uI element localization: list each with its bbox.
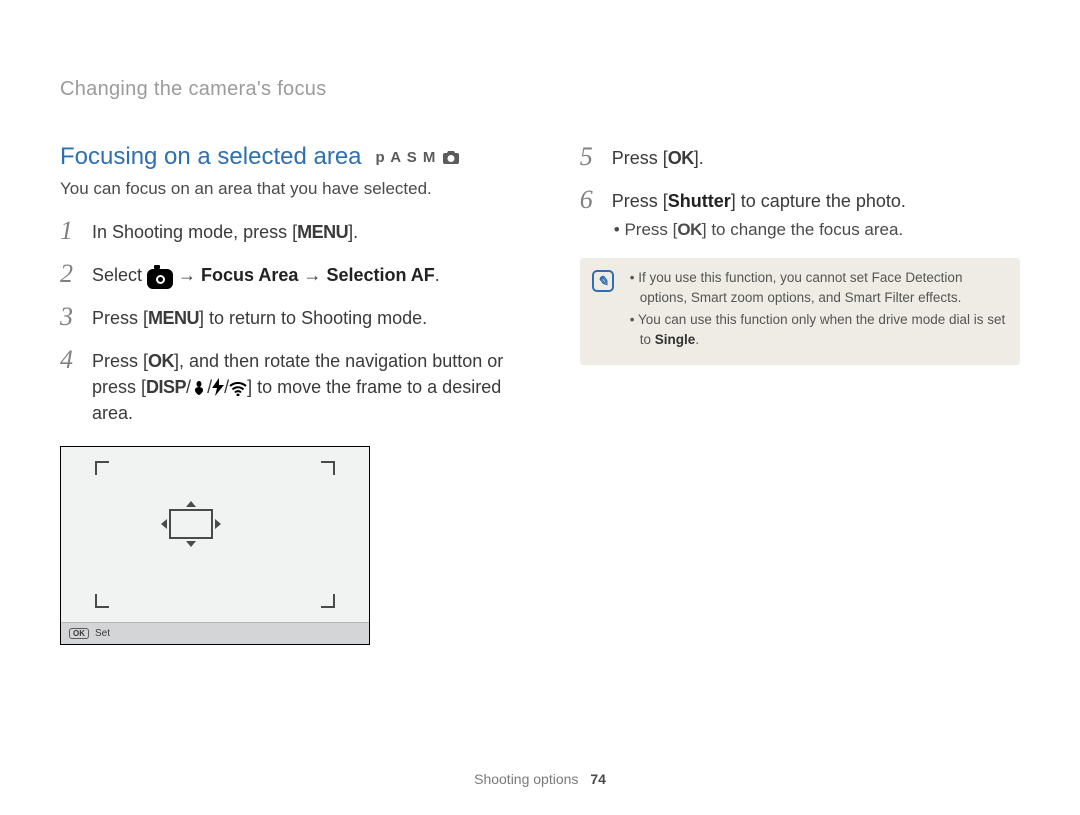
step6-sub-a: Press [: [624, 220, 677, 239]
heading-text: Focusing on a selected area: [60, 143, 362, 171]
step2-focus-area: Focus Area: [201, 265, 298, 285]
footer-section: Shooting options: [474, 771, 578, 787]
step1-text-b: ].: [348, 222, 358, 242]
focus-target: [169, 509, 213, 539]
steps-right: 5 Press [OK]. 6 Press [Shutter] to captu…: [580, 143, 1020, 242]
step-number: 2: [60, 260, 78, 290]
note-box: ✎ If you use this function, you cannot s…: [580, 258, 1020, 364]
step-number: 3: [60, 303, 78, 332]
note-icon: ✎: [592, 270, 614, 292]
step6-sub-b: ] to change the focus area.: [702, 220, 903, 239]
arrow-icon: →: [173, 265, 201, 285]
step2-end: .: [435, 265, 440, 285]
step3-text-b: ] to return to Shooting mode.: [199, 308, 427, 328]
note2-b: .: [695, 332, 699, 347]
step2-selection-af: Selection AF: [326, 265, 434, 285]
scene-icon: [442, 149, 460, 165]
step-5: 5 Press [OK].: [580, 143, 1020, 172]
menu-glyph: MENU: [297, 222, 348, 242]
ok-glyph: OK: [677, 220, 702, 239]
note-item-2: You can use this function only when the …: [628, 310, 1006, 349]
preview-set-label: Set: [95, 628, 110, 639]
breadcrumb: Changing the camera's focus: [60, 78, 1020, 101]
preview-status-bar: OK Set: [61, 622, 369, 644]
step5-text-a: Press [: [612, 148, 668, 168]
mode-badge-text: p A S M: [376, 149, 437, 166]
step-6: 6 Press [Shutter] to capture the photo. …: [580, 186, 1020, 243]
flash-icon: [212, 377, 224, 397]
menu-glyph: MENU: [148, 308, 199, 328]
step-4: 4 Press [OK], and then rotate the naviga…: [60, 346, 520, 426]
preview-viewport: [61, 447, 369, 622]
column-right: 5 Press [OK]. 6 Press [Shutter] to captu…: [580, 143, 1020, 645]
ok-glyph: OK: [668, 148, 694, 168]
note-item-1: If you use this function, you cannot set…: [628, 268, 1006, 307]
note2-single: Single: [655, 332, 696, 347]
arrow-down-icon: [186, 541, 196, 547]
step1-text-a: In Shooting mode, press [: [92, 222, 297, 242]
step-number: 6: [580, 186, 598, 243]
two-column-layout: Focusing on a selected area p A S M You …: [60, 143, 1020, 645]
heading: Focusing on a selected area p A S M: [60, 143, 520, 171]
subtitle: You can focus on an area that you have s…: [60, 179, 520, 199]
step-number: 1: [60, 217, 78, 246]
arrow-left-icon: [161, 519, 167, 529]
corner-bracket-icon: [95, 461, 109, 475]
macro-icon: [191, 377, 207, 397]
step2-text-a: Select: [92, 265, 147, 285]
mode-badges: p A S M: [376, 149, 461, 166]
corner-bracket-icon: [321, 594, 335, 608]
corner-bracket-icon: [321, 461, 335, 475]
step-number: 5: [580, 143, 598, 172]
step-3: 3 Press [MENU] to return to Shooting mod…: [60, 303, 520, 332]
manual-page: Changing the camera's focus Focusing on …: [0, 0, 1080, 815]
column-left: Focusing on a selected area p A S M You …: [60, 143, 520, 645]
corner-bracket-icon: [95, 594, 109, 608]
ok-glyph: OK: [148, 351, 174, 371]
step6-shutter: Shutter: [668, 191, 731, 211]
wifi-icon: [229, 377, 247, 397]
page-footer: Shooting options 74: [0, 771, 1080, 787]
step6-text-a: Press [: [612, 191, 668, 211]
page-number: 74: [590, 771, 606, 787]
step5-text-b: ].: [694, 148, 704, 168]
focus-preview: OK Set: [60, 446, 370, 645]
camera-icon: [147, 269, 173, 289]
step3-text-a: Press [: [92, 308, 148, 328]
step6-text-b: ] to capture the photo.: [731, 191, 906, 211]
step6-substep: Press [OK] to change the focus area.: [612, 218, 1020, 243]
arrow-right-icon: [215, 519, 221, 529]
disp-glyph: DISP: [146, 377, 186, 397]
ok-chip: OK: [69, 628, 89, 639]
step4-text-a: Press [: [92, 351, 148, 371]
step-2: 2 Select → Focus Area → Selection AF.: [60, 260, 520, 290]
arrow-up-icon: [186, 501, 196, 507]
step-1: 1 In Shooting mode, press [MENU].: [60, 217, 520, 246]
step-number: 4: [60, 346, 78, 426]
steps-left: 1 In Shooting mode, press [MENU]. 2 Sele…: [60, 217, 520, 426]
arrow-icon: →: [298, 265, 326, 285]
